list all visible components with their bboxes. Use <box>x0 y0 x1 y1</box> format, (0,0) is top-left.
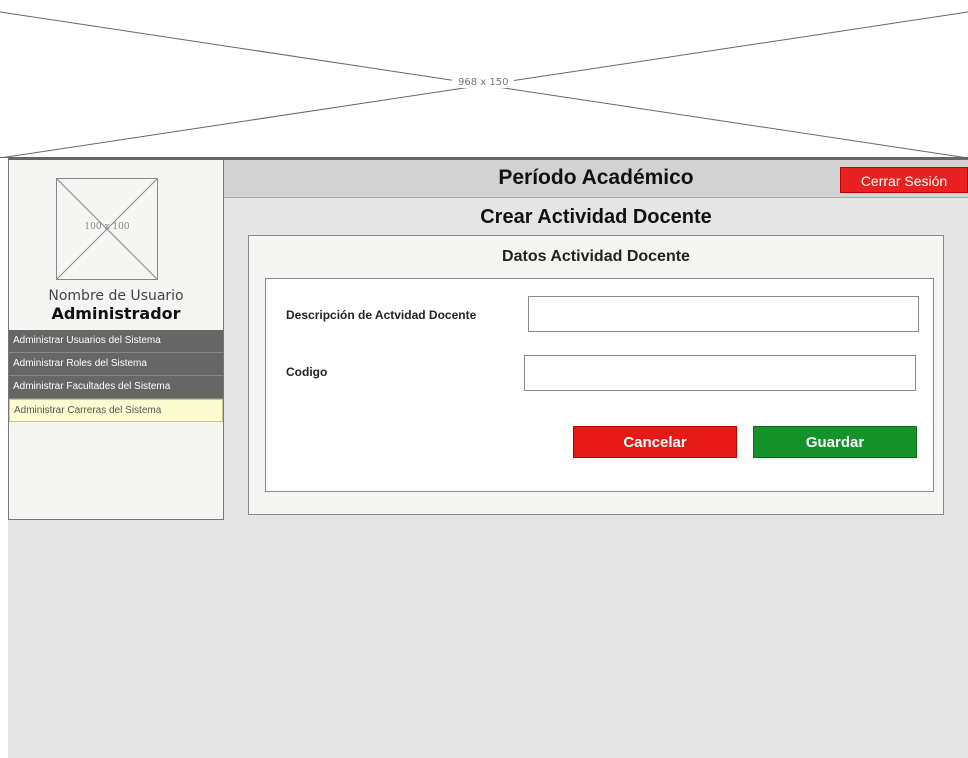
sidebar-item-facultades[interactable]: Administrar Facultades del Sistema <box>9 376 223 399</box>
user-role: Administrador <box>51 304 181 323</box>
form-body: Descripción de Actvidad Docente Codigo C… <box>265 278 934 492</box>
description-label: Descripción de Actvidad Docente <box>286 308 477 322</box>
save-button[interactable]: Guardar <box>753 426 917 458</box>
banner-size-label: 968 x 150 <box>452 77 515 88</box>
sidebar-menu: Administrar Usuarios del Sistema Adminis… <box>9 330 223 422</box>
logout-button[interactable]: Cerrar Sesión <box>840 167 968 193</box>
app-area: 100 x 100 Nombre de Usuario Administrado… <box>8 158 968 758</box>
user-name: Nombre de Usuario <box>48 288 184 304</box>
form-panel: Datos Actividad Docente Descripción de A… <box>248 235 944 515</box>
avatar-size-label: 100 x 100 <box>84 222 130 232</box>
code-input[interactable] <box>524 355 916 391</box>
cancel-button[interactable]: Cancelar <box>573 426 737 458</box>
avatar: 100 x 100 <box>56 178 158 280</box>
header-bar: Período Académico Cerrar Sesión <box>224 158 968 198</box>
sidebar-item-usuarios[interactable]: Administrar Usuarios del Sistema <box>9 330 223 353</box>
code-label: Codigo <box>286 365 328 379</box>
sidebar-item-roles[interactable]: Administrar Roles del Sistema <box>9 353 223 376</box>
sidebar-item-carreras[interactable]: Administrar Carreras del Sistema <box>9 399 223 422</box>
description-input[interactable] <box>528 296 919 332</box>
page-title: Crear Actividad Docente <box>480 206 712 228</box>
section-title: Datos Actividad Docente <box>502 248 690 265</box>
sidebar: 100 x 100 Nombre de Usuario Administrado… <box>8 158 224 520</box>
banner-image-placeholder: 968 x 150 <box>0 0 968 158</box>
